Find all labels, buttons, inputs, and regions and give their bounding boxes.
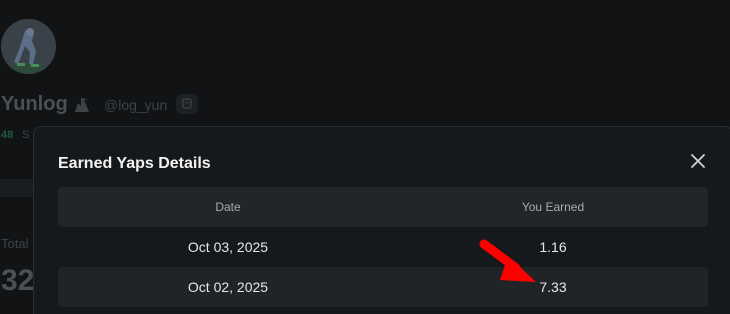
flag-badge-icon [73, 97, 91, 113]
profile-stat-label: S [22, 129, 30, 141]
table-header: Date You Earned [58, 187, 708, 227]
modal-title: Earned Yaps Details [58, 155, 211, 172]
total-label: Total [1, 236, 29, 251]
column-header-you-earned: You Earned [521, 200, 585, 214]
earned-yaps-modal: Earned Yaps Details Date You Earned Oct … [33, 126, 730, 314]
table-row: Oct 03, 2025 1.16 [58, 227, 708, 267]
copy-icon[interactable] [176, 94, 198, 114]
total-value: 32 [1, 264, 35, 297]
profile-name: Yunlog [1, 93, 68, 115]
row-date: Oct 02, 2025 [187, 279, 269, 295]
table-row: Oct 02, 2025 7.33 [58, 267, 708, 307]
avatar-image [1, 19, 56, 74]
profile-stat-value: 48 [1, 129, 14, 141]
row-date: Oct 03, 2025 [187, 239, 269, 255]
profile-handle: @log_yun [104, 97, 168, 113]
close-icon[interactable] [689, 152, 707, 170]
column-header-date: Date [215, 200, 241, 214]
row-earned: 7.33 [539, 279, 567, 295]
earned-yaps-table: Date You Earned Oct 03, 2025 1.16 Oct 02… [58, 187, 708, 307]
page: Yunlog @log_yun 48 S Total 32 Earned Yap… [0, 0, 730, 314]
avatar[interactable] [1, 19, 56, 74]
row-earned: 1.16 [539, 239, 567, 255]
